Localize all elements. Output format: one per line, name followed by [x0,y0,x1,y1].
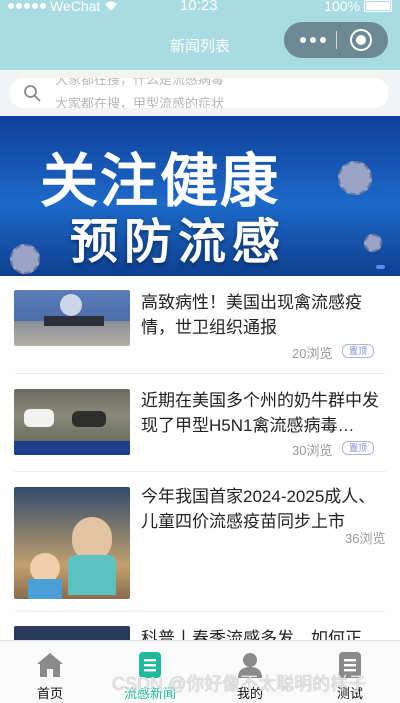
news-thumbnail [14,487,130,599]
virus-decoration [10,244,40,274]
battery-icon [364,0,392,12]
carrier-label: WeChat [50,0,101,14]
menu-capsule [284,22,388,58]
virus-decoration [338,161,372,195]
news-item[interactable]: 高致病性！美国出现禽流感疫情，世卫组织通报 20浏览 置顶 [0,276,400,374]
more-icon[interactable] [300,37,326,43]
close-miniprogram-icon[interactable] [350,29,372,51]
tab-test[interactable]: 测试 [300,641,400,703]
news-list: 高致病性！美国出现禽流感疫情，世卫组织通报 20浏览 置顶 近期在美国多个州的奶… [0,276,400,640]
tab-label: 流感新闻 [123,686,176,701]
news-title: 近期在美国多个州的奶牛群中发现了甲型H5N1禽流感病毒… [141,391,379,435]
view-count: 36浏览 [345,531,386,546]
tab-news[interactable]: 流感新闻 [100,641,200,703]
news-thumbnail [14,626,130,640]
wifi-icon [105,1,118,11]
battery-status: 100% [324,0,392,14]
search-suggestion-marquee: 大家都在搜，什么是流感病毒 大家都在搜，甲型流感的症状 [55,78,224,108]
capsule-divider [336,31,337,49]
signal-carrier: WeChat [8,0,118,14]
status-time: 10:23 [180,0,218,14]
news-title: 今年我国首家2024-2025成人、儿童四价流感疫苗同步上市 [141,487,376,531]
news-thumbnail [14,290,130,346]
search-suggestion: 大家都在搜，甲型流感的症状 [55,96,225,108]
battery-percent: 100% [324,0,360,14]
news-title: 科普丨春季流感多发，如何正 [141,629,362,640]
tab-label: 测试 [336,686,363,701]
search-bar[interactable]: 大家都在搜，什么是流感病毒 大家都在搜，甲型流感的症状 [9,78,389,108]
banner-carousel[interactable]: 关注健康 预防流感 [0,116,400,276]
news-thumbnail [14,389,130,455]
test-icon [339,652,361,678]
pinned-badge: 置顶 [342,344,375,358]
user-icon [238,653,262,678]
tab-bar: 首页 流感新闻 我的 测试 [0,640,400,703]
news-item[interactable]: 近期在美国多个州的奶牛群中发现了甲型H5N1禽流感病毒… 30浏览 置顶 [0,374,400,472]
top-bar: WeChat 10:23 100% 新闻列表 [0,0,400,70]
news-icon [139,652,161,678]
tab-home[interactable]: 首页 [0,641,100,703]
view-count: 30浏览 [292,443,333,458]
tab-label: 我的 [236,686,263,701]
search-icon [24,85,41,102]
tab-profile[interactable]: 我的 [200,641,300,703]
home-icon [37,653,63,677]
search-suggestion: 大家都在搜，什么是流感病毒 [55,78,225,87]
virus-decoration [364,234,382,252]
pinned-badge: 置顶 [342,441,375,455]
news-item[interactable]: 今年我国首家2024-2025成人、儿童四价流感疫苗同步上市 36浏览 [0,472,400,612]
status-bar: WeChat 10:23 100% [0,0,400,14]
banner-subheadline: 预防流感 [70,214,287,270]
news-title: 高致病性！美国出现禽流感疫情，世卫组织通报 [141,293,362,337]
signal-icon [8,3,46,9]
tab-label: 首页 [36,686,63,701]
carousel-indicator[interactable] [376,265,385,269]
news-item[interactable]: 科普丨春季流感多发，如何正 [0,612,400,640]
search-area: 大家都在搜，什么是流感病毒 大家都在搜，甲型流感的症状 [0,70,400,116]
view-count: 20浏览 [292,346,333,361]
